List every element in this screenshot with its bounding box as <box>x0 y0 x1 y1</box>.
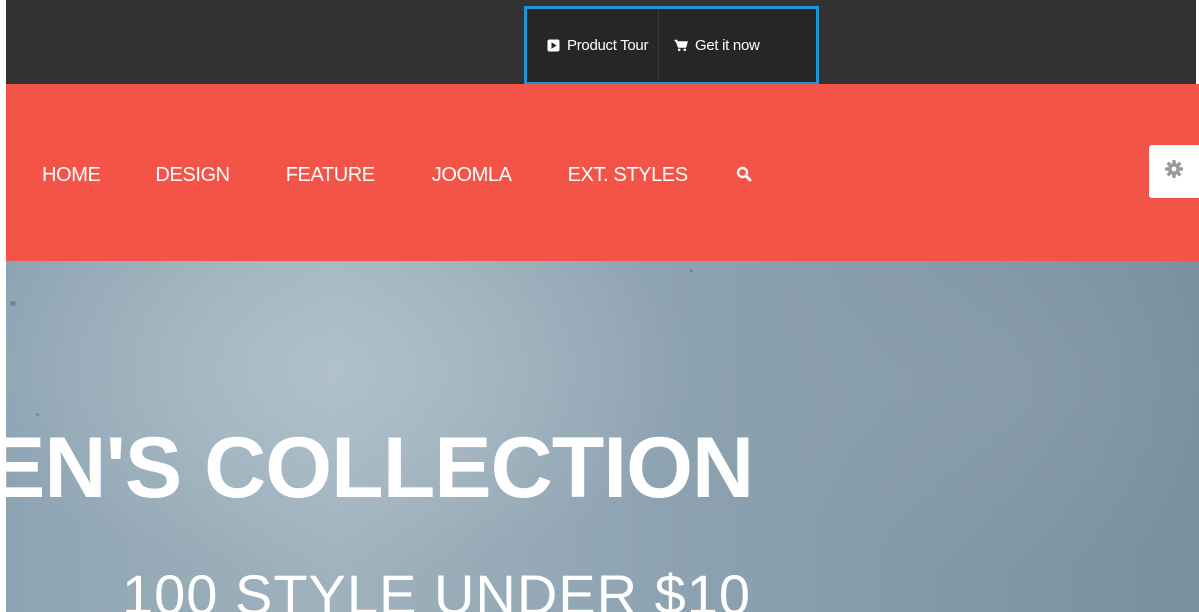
hero-speck <box>690 269 693 272</box>
nav-item-home[interactable]: HOME <box>42 164 101 187</box>
gear-icon <box>1164 159 1184 184</box>
hero-title: EN'S COLLECTION <box>0 420 754 516</box>
nav-item-ext-styles[interactable]: EXT. STYLES <box>568 164 688 187</box>
get-it-now-label: Get it now <box>695 37 760 54</box>
hero-speck <box>10 301 16 306</box>
page: Product Tour Get it now HOME DESIGN FEAT… <box>0 0 1199 612</box>
top-bar-links-highlight: Product Tour Get it now <box>524 6 819 85</box>
nav-item-design[interactable]: DESIGN <box>155 164 230 187</box>
search-icon[interactable] <box>736 166 754 184</box>
main-nav: HOME DESIGN FEATURE JOOMLA EXT. STYLES <box>0 84 1199 261</box>
top-bar: Product Tour Get it now <box>0 0 1199 85</box>
play-square-icon <box>546 39 560 53</box>
settings-button[interactable] <box>1149 145 1199 198</box>
get-it-now-link[interactable]: Get it now <box>659 9 760 82</box>
nav-menu: HOME DESIGN FEATURE JOOMLA EXT. STYLES <box>42 164 754 187</box>
nav-item-joomla[interactable]: JOOMLA <box>432 164 512 187</box>
product-tour-link[interactable]: Product Tour <box>527 9 659 82</box>
hero-subtitle: 100 STYLE UNDER $10 <box>122 563 752 612</box>
product-tour-label: Product Tour <box>567 37 649 54</box>
hero-banner: EN'S COLLECTION 100 STYLE UNDER $10 <box>0 261 1199 612</box>
hero-speck <box>36 413 39 416</box>
left-edge <box>0 0 6 612</box>
nav-item-feature[interactable]: FEATURE <box>286 164 375 187</box>
cart-icon <box>674 39 688 53</box>
